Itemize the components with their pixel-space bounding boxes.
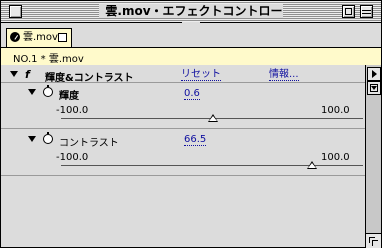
stopwatch-icon[interactable] bbox=[43, 132, 53, 144]
resize-grip-icon[interactable] bbox=[365, 233, 381, 248]
slider-track[interactable] bbox=[61, 165, 363, 166]
param-disclosure-triangle-icon[interactable] bbox=[28, 89, 36, 95]
effect-disclosure-triangle-icon[interactable] bbox=[10, 71, 18, 77]
collapse-box-icon[interactable] bbox=[360, 5, 373, 18]
param-value[interactable]: 0.6 bbox=[184, 88, 200, 100]
clip-header: NO.1 * 雲.mov bbox=[1, 47, 381, 66]
panel-menu-arrow-icon[interactable] bbox=[367, 67, 381, 81]
tab-clip[interactable]: 雲.mov bbox=[6, 28, 72, 47]
tab-strip: 雲.mov bbox=[1, 23, 381, 47]
clip-header-text: NO.1 * 雲.mov bbox=[13, 54, 84, 65]
row-divider bbox=[1, 128, 365, 129]
zoom-box-icon[interactable] bbox=[342, 5, 355, 18]
slider-min-label: -100.0 bbox=[56, 152, 89, 163]
vertical-scrollbar[interactable] bbox=[365, 65, 381, 233]
close-box-icon[interactable] bbox=[9, 5, 22, 18]
slider-max-label: 100.0 bbox=[321, 105, 350, 116]
row-divider bbox=[1, 175, 365, 176]
param-name: 輝度 bbox=[59, 91, 79, 102]
effects-panel: f 輝度&コントラスト リセット 情報... 輝度 0.6 -100.0 100… bbox=[1, 65, 365, 247]
param-value[interactable]: 66.5 bbox=[184, 134, 207, 146]
window-title-wrap: 雲.mov・エフェクトコントロール bbox=[91, 3, 291, 36]
row-divider bbox=[1, 82, 365, 83]
tab-close-icon[interactable] bbox=[58, 33, 67, 42]
effect-controls-window: 雲.mov・エフェクトコントロール 雲.mov NO.1 * 雲.mov f 輝… bbox=[0, 0, 382, 248]
slider-thumb[interactable] bbox=[307, 161, 318, 169]
param-disclosure-triangle-icon[interactable] bbox=[28, 136, 36, 142]
title-bar[interactable]: 雲.mov・エフェクトコントロール bbox=[1, 1, 381, 36]
tab-label: 雲.mov bbox=[23, 32, 58, 43]
slider-thumb[interactable] bbox=[207, 114, 218, 122]
param-name: コントラスト bbox=[59, 138, 119, 149]
slider-min-label: -100.0 bbox=[56, 105, 89, 116]
fx-icon[interactable]: f bbox=[25, 69, 34, 80]
reset-link[interactable]: リセット bbox=[181, 69, 221, 81]
panel-options-icon[interactable] bbox=[367, 81, 381, 95]
effect-controls-icon bbox=[10, 32, 20, 42]
slider-max-label: 100.0 bbox=[321, 152, 350, 163]
info-link[interactable]: 情報... bbox=[269, 69, 299, 81]
stopwatch-icon[interactable] bbox=[43, 85, 53, 97]
